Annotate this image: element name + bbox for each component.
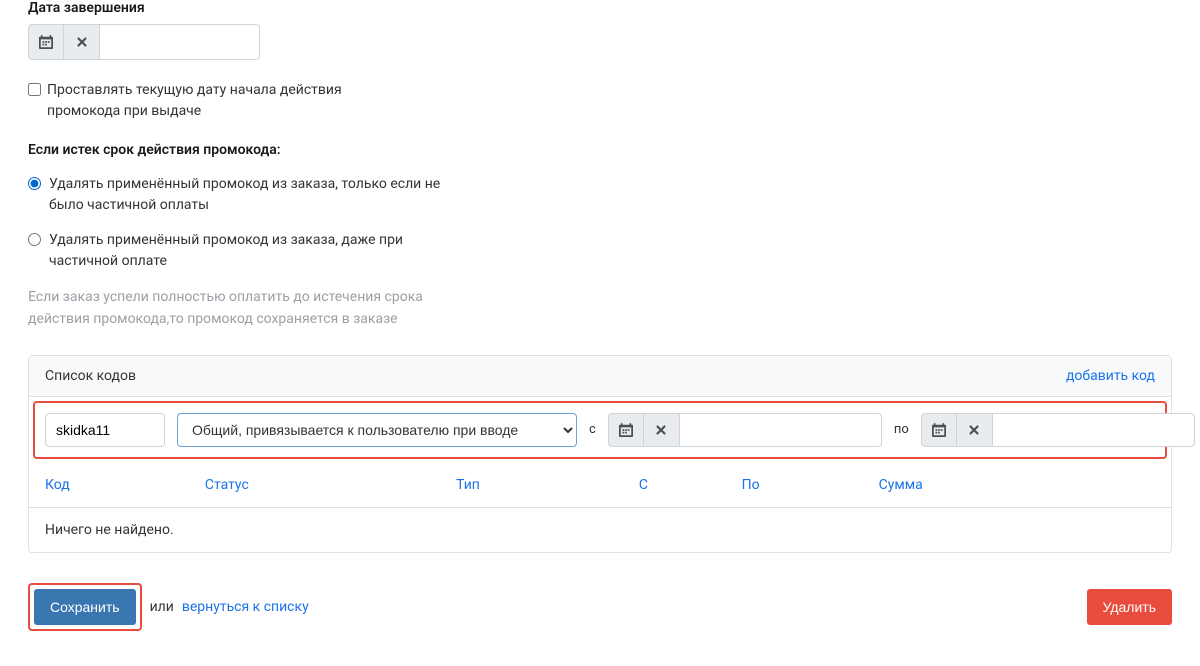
set-current-date-label[interactable]: Проставлять текущую дату начала действия…: [47, 80, 408, 122]
add-code-link[interactable]: добавить код: [1066, 368, 1155, 384]
codes-panel-header: Список кодов добавить код: [29, 356, 1171, 397]
empty-message: Ничего не найдено.: [29, 507, 1171, 552]
table-header-sum[interactable]: Сумма: [863, 463, 1171, 508]
code-row: Общий, привязывается к пользователю при …: [33, 401, 1167, 459]
table-header-to[interactable]: По: [726, 463, 863, 508]
calendar-icon: [619, 423, 633, 437]
close-icon: [967, 423, 981, 437]
set-current-date-row: Проставлять текущую дату начала действия…: [28, 80, 408, 122]
calendar-icon-button[interactable]: [28, 24, 64, 60]
from-calendar-button[interactable]: [608, 413, 644, 447]
delete-button[interactable]: Удалить: [1087, 589, 1172, 625]
save-button[interactable]: Сохранить: [34, 589, 136, 625]
expiry-section-title: Если истек срок действия промокода:: [28, 142, 1172, 158]
table-header-from[interactable]: С: [623, 463, 726, 508]
actions-row: Сохранить или вернуться к списку Удалить: [28, 583, 1172, 651]
set-current-date-checkbox[interactable]: [28, 83, 41, 96]
actions-left: Сохранить или вернуться к списку: [28, 583, 309, 631]
close-icon: [654, 423, 668, 437]
return-link[interactable]: вернуться к списку: [182, 599, 309, 615]
codes-panel-title: Список кодов: [45, 368, 136, 384]
type-select[interactable]: Общий, привязывается к пользователю при …: [177, 413, 577, 447]
calendar-icon: [39, 35, 53, 49]
expiry-help-text: Если заказ успели полностью оплатить до …: [28, 286, 428, 331]
to-clear-button[interactable]: [957, 413, 993, 447]
expiry-option1-label[interactable]: Удалять применённый промокод из заказа, …: [49, 174, 448, 216]
expiry-option2-radio[interactable]: [28, 233, 41, 246]
code-input[interactable]: [45, 413, 165, 447]
end-date-label: Дата завершения: [28, 0, 1172, 16]
end-date-input[interactable]: [100, 24, 260, 60]
from-date-input[interactable]: [680, 413, 882, 447]
end-date-input-group: [28, 24, 1172, 60]
table-header-type[interactable]: Тип: [440, 463, 623, 508]
expiry-option1-row: Удалять применённый промокод из заказа, …: [28, 174, 448, 216]
expiry-option1-radio[interactable]: [28, 177, 41, 190]
to-calendar-button[interactable]: [921, 413, 957, 447]
from-date-group: [608, 413, 882, 447]
table-row: Ничего не найдено.: [29, 507, 1171, 552]
from-label: с: [589, 422, 596, 437]
save-button-highlight: Сохранить: [28, 583, 142, 631]
expiry-option2-row: Удалять применённый промокод из заказа, …: [28, 230, 448, 272]
to-label: по: [894, 422, 909, 437]
codes-table: Код Статус Тип С По Сумма Ничего не найд…: [29, 463, 1171, 552]
table-header-status[interactable]: Статус: [189, 463, 440, 508]
clear-date-button[interactable]: [64, 24, 100, 60]
codes-panel: Список кодов добавить код Общий, привязы…: [28, 355, 1172, 553]
to-date-input[interactable]: [993, 413, 1195, 447]
to-date-group: [921, 413, 1195, 447]
or-text: или: [150, 599, 174, 615]
calendar-icon: [932, 423, 946, 437]
from-clear-button[interactable]: [644, 413, 680, 447]
expiry-option2-label[interactable]: Удалять применённый промокод из заказа, …: [49, 230, 448, 272]
close-icon: [75, 35, 89, 49]
table-header-code[interactable]: Код: [29, 463, 189, 508]
